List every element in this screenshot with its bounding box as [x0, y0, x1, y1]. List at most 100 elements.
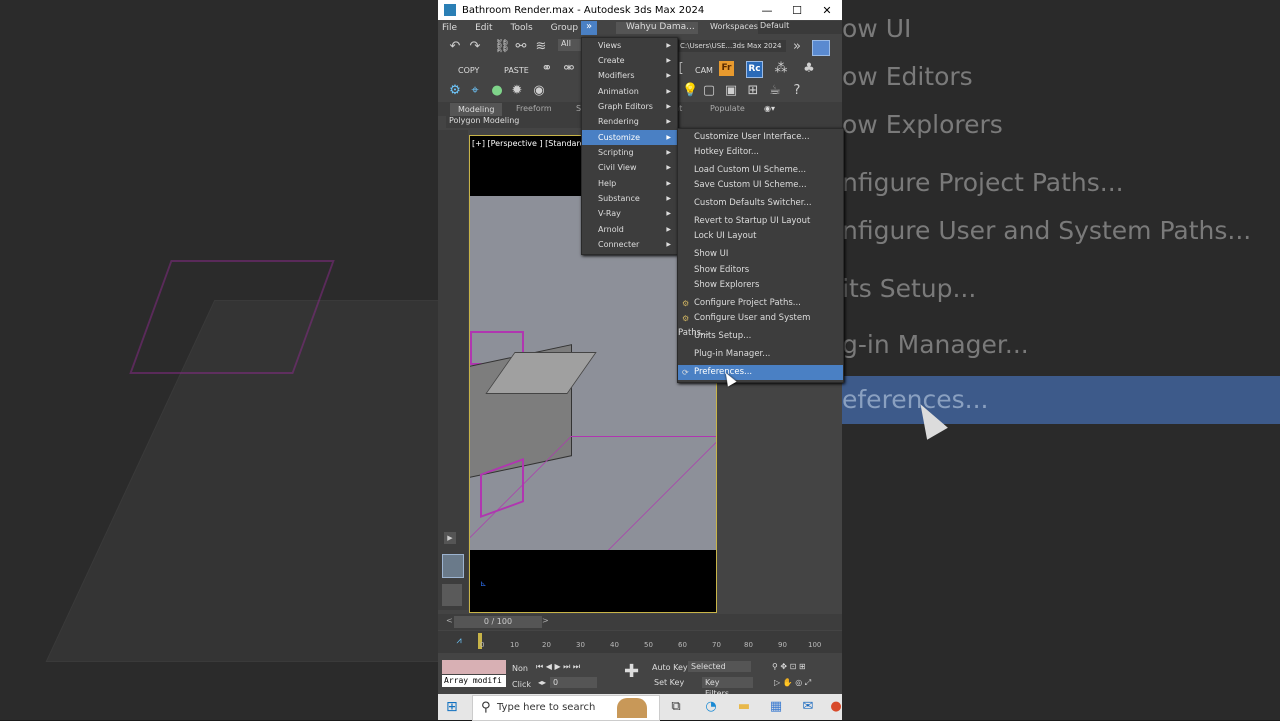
menu-item-show-ui[interactable]: Show UI: [678, 247, 843, 262]
menu-item-preferences[interactable]: ⟳ Preferences...: [678, 365, 843, 380]
maxscript-listener[interactable]: [442, 660, 506, 674]
viewport-nav-icons[interactable]: ⚲ ✥ ⊡ ⊞: [772, 662, 806, 671]
menu-tools[interactable]: Tools: [511, 23, 533, 33]
minimize-button[interactable]: —: [752, 4, 782, 17]
menu-item-save-ui-scheme[interactable]: Save Custom UI Scheme...: [678, 178, 843, 193]
camera-icon[interactable]: ⌖: [468, 84, 482, 98]
sun-icon[interactable]: ✹: [510, 84, 524, 98]
frame-icon[interactable]: ▢: [702, 84, 716, 98]
project-path-dropdown[interactable]: C:\Users\USE...3ds Max 2024: [678, 40, 786, 52]
tab-populate[interactable]: Populate: [710, 104, 745, 113]
gizmo-icon[interactable]: ⁂: [774, 62, 788, 76]
fr-badge[interactable]: Fr: [719, 61, 734, 76]
menu-item-views[interactable]: Views ▶: [582, 38, 677, 53]
task-view-icon[interactable]: ⧉: [668, 699, 684, 715]
menu-item-substance[interactable]: Substance ▶: [582, 191, 677, 206]
scene-icon[interactable]: ⚙: [448, 84, 462, 98]
file-explorer-icon[interactable]: ▬: [736, 699, 752, 715]
chain-icon[interactable]: ⚭: [540, 62, 554, 76]
redo-icon[interactable]: ↷: [468, 40, 482, 54]
workspaces-dropdown[interactable]: Default: [758, 21, 842, 34]
menu-item-lock-ui-layout[interactable]: Lock UI Layout: [678, 229, 843, 244]
menu-item-rendering[interactable]: Rendering ▶: [582, 114, 677, 129]
key-filters-button[interactable]: Key Filters...: [702, 677, 753, 694]
menu-group[interactable]: Group: [551, 23, 578, 33]
taskbar-search[interactable]: ⚲ Type here to search: [472, 695, 660, 721]
time-next-button[interactable]: >: [542, 616, 549, 625]
unlink-icon[interactable]: ⚯: [514, 40, 528, 54]
menu-item-defaults-switcher[interactable]: Custom Defaults Switcher...: [678, 196, 843, 211]
menu-item-configure-system-paths[interactable]: ⚙ Configure User and System Paths...: [678, 311, 843, 338]
menu-item-vray[interactable]: V-Ray ▶: [582, 206, 677, 221]
viewport-layout-tab[interactable]: [442, 584, 462, 606]
curve-editor-icon[interactable]: ⩘: [452, 634, 466, 648]
link-icon[interactable]: ⛓: [494, 40, 511, 54]
menu-item-show-explorers[interactable]: Show Explorers: [678, 278, 843, 293]
menu-item-revert-ui-layout[interactable]: Revert to Startup UI Layout: [678, 214, 843, 229]
key-mode-icon[interactable]: ◂▸: [538, 678, 546, 687]
menu-overflow-button[interactable]: »: [581, 21, 597, 35]
menu-edit[interactable]: Edit: [475, 23, 492, 33]
viewport-nav-icons-2[interactable]: ▷ ✋ ◎ ⤢: [774, 678, 811, 688]
expand-icon[interactable]: ▶: [444, 532, 456, 544]
cam-button[interactable]: CAM: [695, 66, 713, 75]
dome-icon[interactable]: ◉: [532, 84, 546, 98]
edge-icon[interactable]: ◔: [703, 699, 719, 715]
app-pinned-icon[interactable]: ●: [828, 699, 844, 715]
track-bar[interactable]: ⩘ 0 10 20 30 40 50 60 70 80 90 100: [438, 631, 842, 653]
paste-button[interactable]: PASTE: [504, 66, 529, 75]
menu-item-plugin-manager[interactable]: Plug-in Manager...: [678, 347, 843, 362]
menu-file[interactable]: File: [442, 23, 457, 33]
menu-item-load-ui-scheme[interactable]: Load Custom UI Scheme...: [678, 163, 843, 178]
save-icon[interactable]: [812, 40, 830, 56]
time-slider[interactable]: 0 / 100: [454, 616, 542, 628]
maximize-button[interactable]: ☐: [782, 4, 812, 17]
search-placeholder[interactable]: Type here to search: [497, 702, 595, 713]
auto-key-button[interactable]: Auto Key: [652, 663, 688, 672]
time-prev-button[interactable]: <: [446, 616, 453, 625]
render-frame-icon[interactable]: ▣: [724, 84, 738, 98]
windows-start-icon[interactable]: ⊞: [446, 700, 460, 714]
menu-item-configure-project-paths[interactable]: ⚙ Configure Project Paths...: [678, 296, 843, 311]
snap-icon[interactable]: ⚮: [562, 62, 576, 76]
menu-item-modifiers[interactable]: Modifiers ▶: [582, 68, 677, 83]
menu-item-civil-view[interactable]: Civil View ▶: [582, 160, 677, 175]
menu-item-animation[interactable]: Animation ▶: [582, 84, 677, 99]
bulb-icon[interactable]: 💡: [682, 84, 698, 98]
menu-item-arnold[interactable]: Arnold ▶: [582, 222, 677, 237]
chevron-right-icon[interactable]: »: [790, 40, 804, 54]
menu-item-scripting[interactable]: Scripting ▶: [582, 145, 677, 160]
ribbon-options-icon[interactable]: ◉▾: [764, 104, 775, 113]
rc-badge[interactable]: Rc: [746, 61, 763, 78]
menu-item-help[interactable]: Help ▶: [582, 176, 677, 191]
undo-icon[interactable]: ↶: [448, 40, 462, 54]
tab-freeform[interactable]: Freeform: [516, 104, 552, 113]
teapot-icon[interactable]: ☕: [768, 84, 782, 98]
menu-item-hotkey-editor[interactable]: Hotkey Editor...: [678, 145, 843, 160]
tree-icon[interactable]: ♣: [802, 62, 816, 76]
menu-item-graph-editors[interactable]: Graph Editors ▶: [582, 99, 677, 114]
grid-icon[interactable]: ⊞: [746, 84, 760, 98]
bind-spacewarp-icon[interactable]: ≋: [534, 40, 548, 54]
mail-icon[interactable]: ✉: [800, 699, 816, 715]
current-frame-field[interactable]: 0: [550, 677, 597, 688]
menu-item-show-editors[interactable]: Show Editors: [678, 263, 843, 278]
close-button[interactable]: ✕: [812, 4, 842, 17]
menu-item-customize[interactable]: Customize ▶: [582, 130, 677, 145]
store-icon[interactable]: ▦: [768, 699, 784, 715]
maxscript-input[interactable]: Array modifi: [442, 675, 506, 687]
add-key-icon[interactable]: ✚: [624, 661, 639, 682]
tab-modeling[interactable]: Modeling: [450, 103, 503, 116]
help-icon[interactable]: ?: [790, 84, 804, 98]
menu-item-connecter[interactable]: Connecter ▶: [582, 237, 677, 252]
light-icon[interactable]: ●: [490, 84, 504, 98]
menu-item-create[interactable]: Create ▶: [582, 53, 677, 68]
menu-item-units-setup[interactable]: Units Setup...: [678, 329, 843, 344]
playback-controls[interactable]: ⏮ ◀ ▶ ⏭ ⏭: [536, 662, 580, 672]
copy-button[interactable]: COPY: [458, 66, 479, 75]
set-key-button[interactable]: Set Key: [654, 678, 684, 687]
menu-item-customize-ui[interactable]: Customize User Interface...: [678, 130, 843, 145]
key-selection-dropdown[interactable]: Selected: [688, 661, 751, 672]
user-account[interactable]: Wahyu Dama...: [616, 22, 698, 34]
viewport-layout-tab-active[interactable]: [442, 554, 464, 578]
